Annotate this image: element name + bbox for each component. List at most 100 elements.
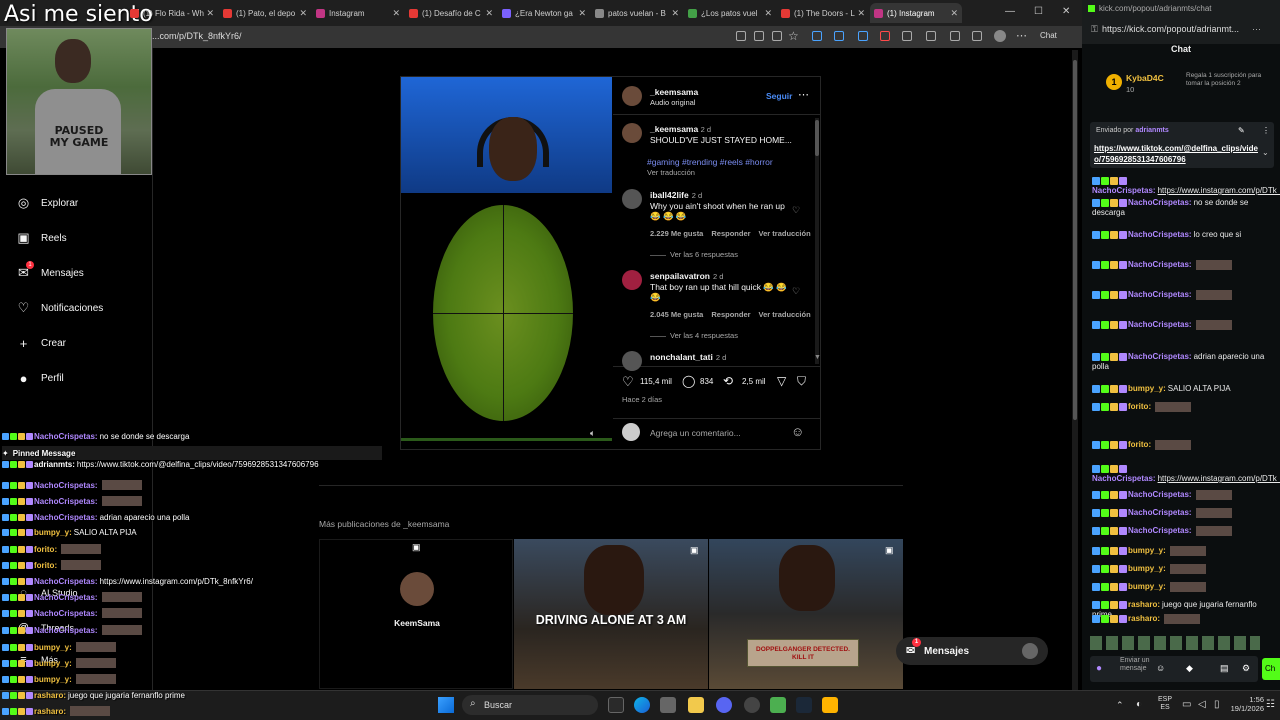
chat-username[interactable]: NachoCrispetas: <box>1128 526 1192 535</box>
comment-reply[interactable]: Responder <box>711 310 750 319</box>
browser-tab[interactable]: (1) Flo Rida - Wh ✕ <box>126 3 218 23</box>
battery-icon[interactable]: ▯ <box>1214 699 1220 710</box>
chat-username[interactable]: forito: <box>1128 440 1151 449</box>
follow-button[interactable]: Seguir <box>766 91 792 101</box>
app-icon[interactable] <box>822 697 838 713</box>
sidebar-item-perfil[interactable]: ● Perfil <box>16 368 64 388</box>
chat-username[interactable]: rasharo: <box>1128 614 1160 623</box>
network-icon[interactable]: ▭ <box>1182 699 1191 710</box>
chat-username[interactable]: NachoCrispetas: <box>1128 198 1192 207</box>
comment-user[interactable]: nonchalant_tati <box>650 352 713 362</box>
browser-tab[interactable]: Instagram ✕ <box>312 3 404 23</box>
pin-icon[interactable]: ✎ <box>1238 126 1245 135</box>
more-post-thumb[interactable]: ▣ DRIVING ALONE AT 3 AM <box>514 539 708 689</box>
close-tab-icon[interactable]: ✕ <box>206 8 214 19</box>
notifications-icon[interactable]: ☷ <box>1266 699 1275 710</box>
repost-icon[interactable]: ⟲ <box>723 374 733 388</box>
page-scrollbar-thumb[interactable] <box>1073 60 1077 420</box>
post-audio[interactable]: Audio original <box>650 98 695 107</box>
sidebar-item-explorar[interactable]: ◎ Explorar <box>16 193 78 213</box>
store-icon[interactable]: ▤ <box>1220 663 1229 674</box>
comment-avatar[interactable] <box>622 351 642 371</box>
gear-icon[interactable]: ⚙ <box>1242 663 1250 674</box>
tray-app-icon[interactable]: ◐ <box>1136 699 1142 710</box>
sidebar-item-crear[interactable]: + Crear <box>16 333 66 353</box>
post-author[interactable]: _keemsama <box>650 87 698 97</box>
pin-options-icon[interactable]: ⋮ <box>1262 126 1270 135</box>
puzzle-icon[interactable] <box>926 31 936 41</box>
browser-tab[interactable]: (1) Pato, el depo ✕ <box>219 3 311 23</box>
close-tab-icon[interactable]: ✕ <box>950 8 958 19</box>
close-tab-icon[interactable]: ✕ <box>578 8 586 19</box>
discord-icon[interactable] <box>716 697 732 713</box>
comment-avatar[interactable] <box>622 270 642 290</box>
more-menu-icon[interactable]: ⋯ <box>1016 29 1027 42</box>
favorites-icon[interactable] <box>972 31 982 41</box>
close-tab-icon[interactable]: ✕ <box>671 8 679 19</box>
chat-username[interactable]: NachoCrispetas: <box>1128 230 1192 239</box>
taskbar-search[interactable]: ⌕ Buscar <box>462 695 598 715</box>
comment-reply[interactable]: Responder <box>711 229 750 238</box>
reader-icon[interactable] <box>736 31 746 41</box>
browser-tab[interactable]: ¿Los patos vuel ✕ <box>684 3 776 23</box>
like-icon[interactable]: ♡ <box>622 374 634 390</box>
chat-username[interactable]: NachoCrispetas: <box>1128 320 1192 329</box>
extension-icon[interactable] <box>812 31 822 41</box>
emoji-icon[interactable]: ☺ <box>791 424 804 439</box>
chat-username[interactable]: bumpy_y: <box>1128 564 1166 573</box>
comment-like-icon[interactable]: ♡ <box>792 205 800 216</box>
kick-more-icon[interactable]: ⋯ <box>1252 24 1261 35</box>
chat-text[interactable]: https://www.instagram.com/p/DTk_8nfkYr6/ <box>1158 474 1280 483</box>
chat-username[interactable]: NachoCrispetas: <box>1128 352 1192 361</box>
messages-button[interactable]: ✉ 1 Mensajes <box>896 637 1048 665</box>
mute-icon[interactable]: 🔈︎ <box>590 428 595 439</box>
chat-button[interactable]: Chat <box>1040 31 1057 40</box>
tracking-icon[interactable] <box>754 31 764 41</box>
view-replies[interactable]: Ver las 6 respuestas <box>650 250 738 259</box>
emoji-icon[interactable]: ☺ <box>1156 663 1165 673</box>
edge-icon[interactable] <box>634 697 650 713</box>
translate-link[interactable]: Ver traducción <box>647 168 695 177</box>
close-tab-icon[interactable]: ✕ <box>392 8 400 19</box>
chat-username[interactable]: NachoCrispetas: <box>1128 508 1192 517</box>
clock[interactable]: 1:56 19/1/2026 <box>1228 695 1264 713</box>
browser-tab[interactable]: (1) The Doors - L ✕ <box>777 3 869 23</box>
close-tab-icon[interactable]: ✕ <box>764 8 772 19</box>
caption-author[interactable]: _keemsama <box>650 124 698 134</box>
gift-icon[interactable]: ◆ <box>1186 663 1193 674</box>
emote-bar[interactable] <box>1090 636 1260 650</box>
pinned-message[interactable]: Enviado por adrianmts ✎ ⋮ https://www.ti… <box>1090 122 1274 168</box>
start-button[interactable] <box>438 697 454 713</box>
chat-username[interactable]: bumpy_y: <box>1128 582 1166 591</box>
steam-icon[interactable] <box>796 697 812 713</box>
pinned-link[interactable]: https://www.tiktok.com/@delfina_clips/vi… <box>1094 143 1262 165</box>
caption-avatar[interactable] <box>622 123 642 143</box>
comment-user[interactable]: senpailavatron <box>650 271 710 281</box>
app-icon[interactable] <box>770 697 786 713</box>
save-icon[interactable]: ⛉ <box>797 374 806 389</box>
chat-username[interactable]: rasharo: <box>1128 600 1160 609</box>
close-tab-icon[interactable]: ✕ <box>857 8 865 19</box>
more-post-thumb[interactable]: ▣ DOPPELGANGER DETECTED. KILL IT <box>709 539 903 689</box>
extension-icon[interactable] <box>834 31 844 41</box>
sidebar-item-mensajes[interactable]: ✉ Mensajes 1 <box>16 261 84 283</box>
browser-tab[interactable]: (1) Instagram ✕ <box>870 3 962 23</box>
author-avatar[interactable] <box>622 86 642 106</box>
extension-icon[interactable] <box>902 31 912 41</box>
comment-icon[interactable]: ◯ <box>682 374 695 388</box>
scroll-down-icon[interactable]: ▼ <box>814 354 821 361</box>
language-indicator[interactable]: ESP ES <box>1158 696 1172 712</box>
comment-like-icon[interactable]: ♡ <box>792 286 800 297</box>
repost-count[interactable]: 2,5 mil <box>742 377 766 386</box>
chat-username[interactable]: NachoCrispetas: <box>1128 490 1192 499</box>
like-count[interactable]: 115,4 mil <box>640 377 672 386</box>
chat-username[interactable]: NachoCrispetas: <box>1128 290 1192 299</box>
sidebar-item-notificaciones[interactable]: ♡ Notificaciones <box>16 298 104 318</box>
post-options-icon[interactable]: ⋯ <box>798 88 809 101</box>
browser-tab[interactable]: (1) Desafío de C ✕ <box>405 3 497 23</box>
volume-icon[interactable]: ◁ <box>1198 699 1206 710</box>
comment-translate[interactable]: Ver traducción <box>759 229 811 238</box>
comment-input[interactable]: Agrega un comentario... <box>650 428 741 438</box>
url-field[interactable]: ...com/p/DTk_8nfkYr6/ <box>152 31 242 41</box>
comment-user[interactable]: iball42life <box>650 190 689 200</box>
